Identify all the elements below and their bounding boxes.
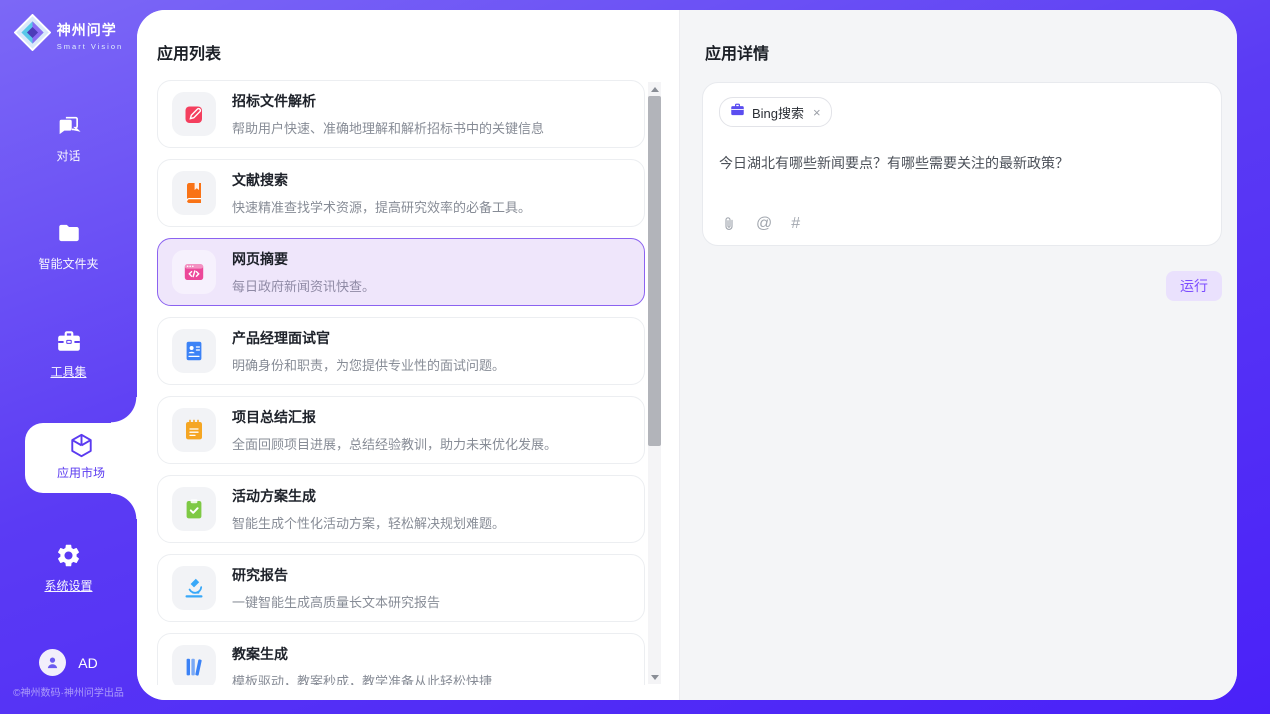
app-list-panel: 应用列表 招标文件解析帮助用户快速、准确地理解和解析招标书中的关键信息文献搜索快… <box>137 10 680 700</box>
bubble-curve-bottom <box>111 493 137 519</box>
app-detail-panel: 应用详情 Bing搜索 今日湖北有哪些新闻要点？有哪些需要关注的最新政策？ <box>680 10 1237 700</box>
sidebar-item-label: 工具集 <box>0 363 137 380</box>
app-card[interactable]: 项目总结汇报全面回顾项目进展，总结经验教训，助力未来优化发展。 <box>157 396 645 464</box>
close-icon[interactable] <box>813 105 821 120</box>
app-card[interactable]: 研究报告一键智能生成高质量长文本研究报告 <box>157 554 645 622</box>
app-name: 产品经理面试官 <box>232 328 505 348</box>
sidebar-item-toolbox[interactable]: 工具集 <box>0 328 137 380</box>
brand-subtitle: Smart Vision <box>57 42 123 51</box>
app-detail-title: 应用详情 <box>705 40 769 64</box>
app-card[interactable]: 活动方案生成智能生成个性化活动方案，轻松解决规划难题。 <box>157 475 645 543</box>
mention-icon[interactable] <box>756 215 772 233</box>
chat-icon <box>0 112 137 138</box>
browser-icon <box>172 250 216 294</box>
app-description: 智能生成个性化活动方案，轻松解决规划难题。 <box>232 513 505 532</box>
sidebar-item-label: 应用市场 <box>25 464 137 481</box>
tool-tag-label: Bing搜索 <box>752 103 804 122</box>
sidebar-item-gear[interactable]: 系统设置 <box>0 542 137 594</box>
scrollbar-down-arrow-icon[interactable] <box>648 670 661 684</box>
sidebar-item-app-market[interactable]: 应用市场 <box>25 423 137 493</box>
sidebar-item-chat[interactable]: 对话 <box>0 112 137 164</box>
app-name: 项目总结汇报 <box>232 407 557 427</box>
scrollbar-track[interactable] <box>648 82 661 684</box>
sidebar-item-folder[interactable]: 智能文件夹 <box>0 220 137 272</box>
bubble-curve-top <box>111 397 137 423</box>
notepad-icon <box>172 408 216 452</box>
app-description: 帮助用户快速、准确地理解和解析招标书中的关键信息 <box>232 118 544 137</box>
avatar <box>39 649 66 676</box>
scrollbar-up-arrow-icon[interactable] <box>648 82 661 96</box>
sidebar-item-label: 对话 <box>0 147 137 164</box>
briefcase-icon <box>730 102 745 122</box>
resume-icon <box>172 329 216 373</box>
app-list: 招标文件解析帮助用户快速、准确地理解和解析招标书中的关键信息文献搜索快速精准查找… <box>157 80 648 685</box>
app-card[interactable]: 产品经理面试官明确身份和职责，为您提供专业性的面试问题。 <box>157 317 645 385</box>
app-description: 明确身份和职责，为您提供专业性的面试问题。 <box>232 355 505 374</box>
brand-logo: 神州问学 Smart Vision <box>0 14 137 56</box>
app-description: 每日政府新闻资讯快查。 <box>232 276 375 295</box>
app-name: 网页摘要 <box>232 249 375 269</box>
clipboard-icon <box>172 487 216 531</box>
app-name: 活动方案生成 <box>232 486 505 506</box>
user-account[interactable]: AD <box>0 649 137 676</box>
tool-tag-bing-search[interactable]: Bing搜索 <box>719 97 832 127</box>
main-content: 应用列表 招标文件解析帮助用户快速、准确地理解和解析招标书中的关键信息文献搜索快… <box>137 10 1237 700</box>
brand-name: 神州问学 <box>57 20 123 40</box>
cube-icon <box>25 432 137 458</box>
books-icon <box>172 645 216 685</box>
sidebar-item-label: 系统设置 <box>0 577 137 594</box>
app-card[interactable]: 文献搜索快速精准查找学术资源，提高研究效率的必备工具。 <box>157 159 645 227</box>
app-card[interactable]: 网页摘要每日政府新闻资讯快查。 <box>157 238 645 306</box>
app-description: 一键智能生成高质量长文本研究报告 <box>232 592 440 611</box>
scrollbar-thumb[interactable] <box>648 96 661 446</box>
app-name: 招标文件解析 <box>232 91 544 111</box>
app-description: 快速精准查找学术资源，提高研究效率的必备工具。 <box>232 197 531 216</box>
sidebar: 神州问学 Smart Vision 对话智能文件夹工具集系统设置 应用市场 AD… <box>0 0 137 714</box>
folder-icon <box>0 220 137 246</box>
app-name: 教案生成 <box>232 644 492 664</box>
app-card[interactable]: 教案生成模板驱动，教案秒成，教学准备从此轻松快捷 <box>157 633 645 685</box>
app-card[interactable]: 招标文件解析帮助用户快速、准确地理解和解析招标书中的关键信息 <box>157 80 645 148</box>
hashtag-icon[interactable] <box>791 215 800 233</box>
attachment-toolbar <box>721 215 800 233</box>
app-name: 研究报告 <box>232 565 440 585</box>
toolbox-icon <box>0 328 137 354</box>
app-description: 模板驱动，教案秒成，教学准备从此轻松快捷 <box>232 671 492 685</box>
person-icon <box>45 655 60 670</box>
gear-icon <box>0 542 137 568</box>
sidebar-item-label: 智能文件夹 <box>0 255 137 272</box>
edit-icon <box>172 92 216 136</box>
book-icon <box>172 171 216 215</box>
paperclip-icon[interactable] <box>721 215 737 233</box>
diamond-logo-icon <box>14 14 51 56</box>
user-name: AD <box>78 655 97 671</box>
query-text: 今日湖北有哪些新闻要点？有哪些需要关注的最新政策？ <box>719 153 1205 173</box>
app-name: 文献搜索 <box>232 170 531 190</box>
run-button[interactable]: 运行 <box>1166 271 1222 301</box>
microscope-icon <box>172 566 216 610</box>
copyright-footer: ©神州数码·神州问学出品 <box>0 684 137 699</box>
app-description: 全面回顾项目进展，总结经验教训，助力未来优化发展。 <box>232 434 557 453</box>
query-input-card[interactable]: Bing搜索 今日湖北有哪些新闻要点？有哪些需要关注的最新政策？ <box>702 82 1222 246</box>
app-list-title: 应用列表 <box>157 40 221 64</box>
